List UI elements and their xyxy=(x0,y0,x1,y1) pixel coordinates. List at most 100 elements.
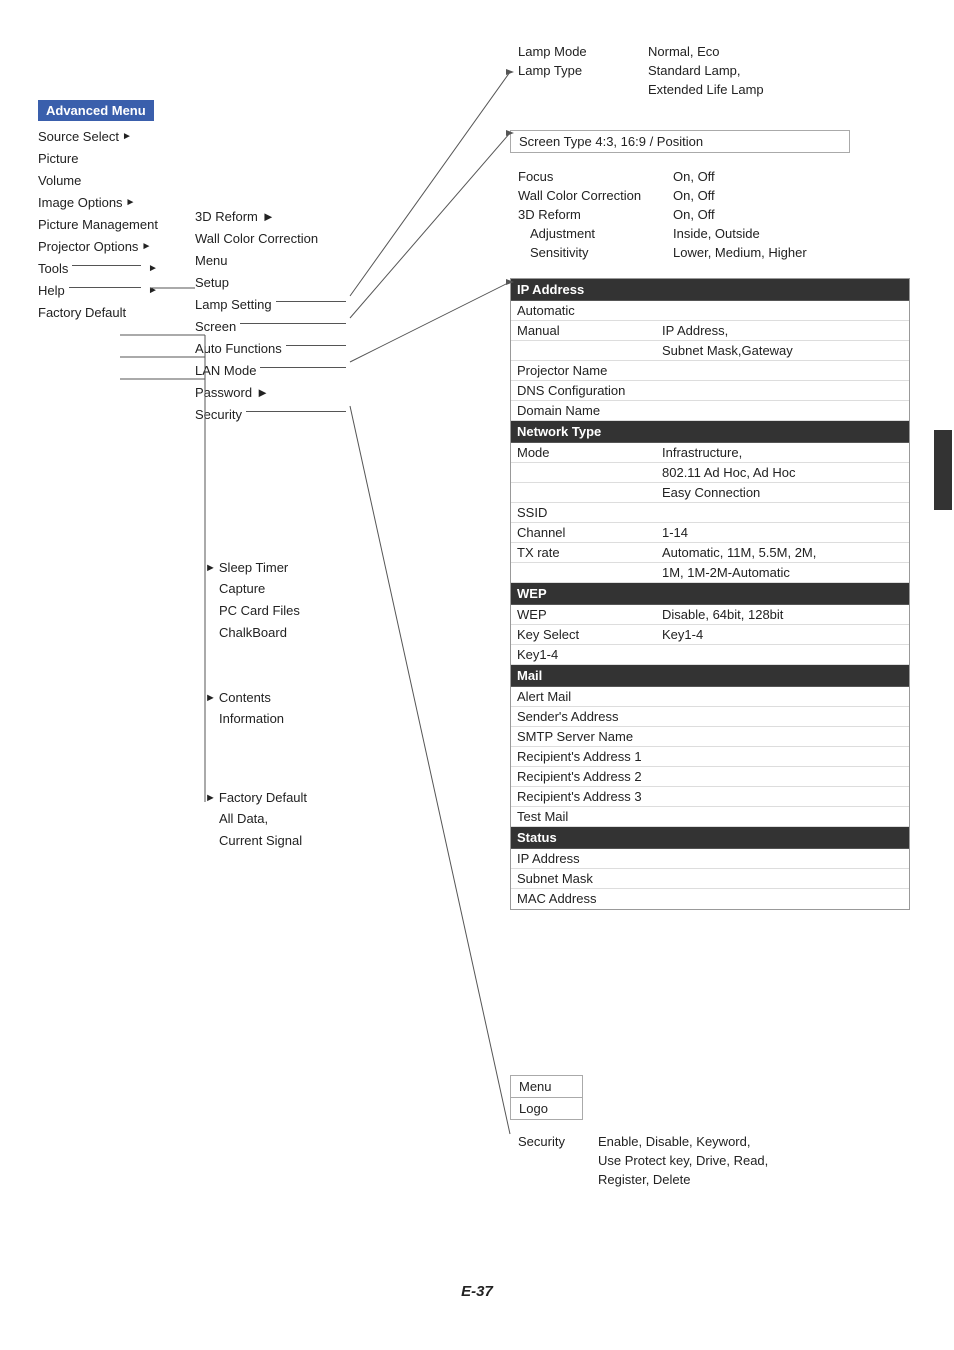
factory-arrow-row: ► Factory Default xyxy=(205,790,307,805)
col2-password[interactable]: Password ► xyxy=(195,381,350,403)
mode-row3: Easy Connection xyxy=(511,483,909,503)
lamp-type-row2: Extended Life Lamp xyxy=(510,80,772,99)
projector-options-table: Focus On, Off Wall Color Correction On, … xyxy=(510,165,815,262)
manual-label: Manual xyxy=(511,321,656,340)
lamp-type-label2 xyxy=(510,80,640,99)
menu-item-picture[interactable]: Picture xyxy=(38,147,158,169)
sensitivity-value: Lower, Medium, Higher xyxy=(665,243,815,262)
lamp-mode-label: Lamp Mode xyxy=(510,40,640,61)
status-ip-value xyxy=(656,849,909,868)
tools-pc-card[interactable]: PC Card Files xyxy=(219,599,300,621)
screen-type-value: Screen Type 4:3, 16:9 / Position xyxy=(519,134,703,149)
help-information[interactable]: Information xyxy=(219,707,284,729)
focus-label: Focus xyxy=(510,165,665,186)
menu-item-picture-mgmt[interactable]: Picture Management xyxy=(38,213,158,235)
menu-item-menu: Menu xyxy=(511,1076,582,1098)
col2-lamp-setting[interactable]: Lamp Setting xyxy=(195,293,350,315)
alert-mail-label: Alert Mail xyxy=(511,687,656,706)
security-row1: Security Enable, Disable, Keyword, xyxy=(510,1130,776,1151)
menu-item-image-options[interactable]: Image Options ► xyxy=(38,191,158,213)
menu-item-projector-options[interactable]: Projector Options ► xyxy=(38,235,158,257)
manual-row: Manual IP Address, xyxy=(511,321,909,341)
channel-label: Channel xyxy=(511,523,656,542)
factory-current-signal[interactable]: Current Signal xyxy=(219,829,307,851)
security-row2: Use Protect key, Drive, Read, xyxy=(510,1151,776,1170)
tools-chalkboard[interactable]: ChalkBoard xyxy=(219,621,300,643)
tx-rate-value1: Automatic, 11M, 5.5M, 2M, xyxy=(656,543,909,562)
recipient3-value xyxy=(656,787,909,806)
page-number: E-37 xyxy=(20,1283,934,1300)
sensitivity-row: Sensitivity Lower, Medium, Higher xyxy=(510,243,815,262)
security-value2: Use Protect key, Drive, Read, xyxy=(590,1151,776,1170)
tools-line xyxy=(72,265,141,266)
tx-rate-label: TX rate xyxy=(511,543,656,562)
lamp-mode-value: Normal, Eco xyxy=(640,40,772,61)
col2-wall-color[interactable]: Wall Color Correction xyxy=(195,227,350,249)
subnet-label xyxy=(511,341,656,360)
menu-item-factory-default[interactable]: Factory Default xyxy=(38,301,158,323)
recipient2-value xyxy=(656,767,909,786)
security-label: Security xyxy=(510,1130,590,1151)
ssid-value xyxy=(656,503,909,522)
tools-capture[interactable]: Capture xyxy=(219,577,300,599)
mode-value2: 802.11 Ad Hoc, Ad Hoc xyxy=(656,463,909,482)
menu-item-tools[interactable]: Tools ► xyxy=(38,257,158,279)
col2-3d-reform[interactable]: 3D Reform ► xyxy=(195,205,350,227)
col2-lan-mode[interactable]: LAN Mode xyxy=(195,359,350,381)
smtp-label: SMTP Server Name xyxy=(511,727,656,746)
arrow-icon: ► xyxy=(122,131,132,142)
factory-submenu: ► Factory Default All Data, Current Sign… xyxy=(205,790,307,851)
security-row3: Register, Delete xyxy=(510,1170,776,1189)
col2-auto-functions[interactable]: Auto Functions xyxy=(195,337,350,359)
status-subnet-value xyxy=(656,869,909,888)
adjustment-label: Adjustment xyxy=(510,224,665,243)
tools-arrow-row: ► Sleep Timer xyxy=(205,560,300,575)
status-ip-label: IP Address xyxy=(511,849,656,868)
test-mail-value xyxy=(656,807,909,826)
wall-color-row: Wall Color Correction On, Off xyxy=(510,186,815,205)
factory-all-data[interactable]: All Data, xyxy=(219,807,307,829)
col2-menu[interactable]: Menu xyxy=(195,249,350,271)
ssid-label: SSID xyxy=(511,503,656,522)
status-mac-value xyxy=(656,889,909,909)
arrow-icon: ► xyxy=(141,241,151,252)
projector-name-row: Projector Name xyxy=(511,361,909,381)
col2-security[interactable]: Security xyxy=(195,403,350,425)
menu-item-source-select[interactable]: Source Select ► xyxy=(38,125,158,147)
security-empty2 xyxy=(510,1170,590,1189)
projector-name-label: Projector Name xyxy=(511,361,656,380)
arrow-icon: ► xyxy=(256,385,269,400)
factory-arrow-icon: ► xyxy=(205,792,216,804)
automatic-value xyxy=(656,301,909,320)
key-select-value: Key1-4 xyxy=(656,625,909,644)
status-mac-label: MAC Address xyxy=(511,889,656,909)
subnet-value: Subnet Mask,Gateway xyxy=(656,341,909,360)
ssid-row: SSID xyxy=(511,503,909,523)
menu-item-help[interactable]: Help ► xyxy=(38,279,158,301)
full-page: Advanced Menu Source Select ► Picture Vo… xyxy=(20,30,934,1310)
lan-line xyxy=(260,367,346,368)
security-line xyxy=(246,411,346,412)
mode-label3 xyxy=(511,483,656,502)
dns-value xyxy=(656,381,909,400)
screen-type-section: Screen Type 4:3, 16:9 / Position xyxy=(510,130,850,153)
tx-rate-value2: 1M, 1M-2M-Automatic xyxy=(656,563,909,582)
focus-row: Focus On, Off xyxy=(510,165,815,186)
lamp-mode-row: Lamp Mode Normal, Eco xyxy=(510,40,772,61)
wall-color-label: Wall Color Correction xyxy=(510,186,665,205)
menu-item-volume[interactable]: Volume xyxy=(38,169,158,191)
lan-large-box: IP Address Automatic Manual IP Address, … xyxy=(510,278,910,910)
col2-setup[interactable]: Setup xyxy=(195,271,350,293)
recipient3-label: Recipient's Address 3 xyxy=(511,787,656,806)
key1-4-value xyxy=(656,645,909,664)
help-arrow-row: ► Contents xyxy=(205,690,284,705)
help-line xyxy=(69,287,141,288)
security-value1: Enable, Disable, Keyword, xyxy=(590,1130,776,1151)
status-subnet-label: Subnet Mask xyxy=(511,869,656,888)
network-type-header: Network Type xyxy=(511,421,909,443)
adjustment-value: Inside, Outside xyxy=(665,224,815,243)
sender-row: Sender's Address xyxy=(511,707,909,727)
mode-label2 xyxy=(511,463,656,482)
screen-line xyxy=(240,323,346,324)
col2-screen[interactable]: Screen xyxy=(195,315,350,337)
